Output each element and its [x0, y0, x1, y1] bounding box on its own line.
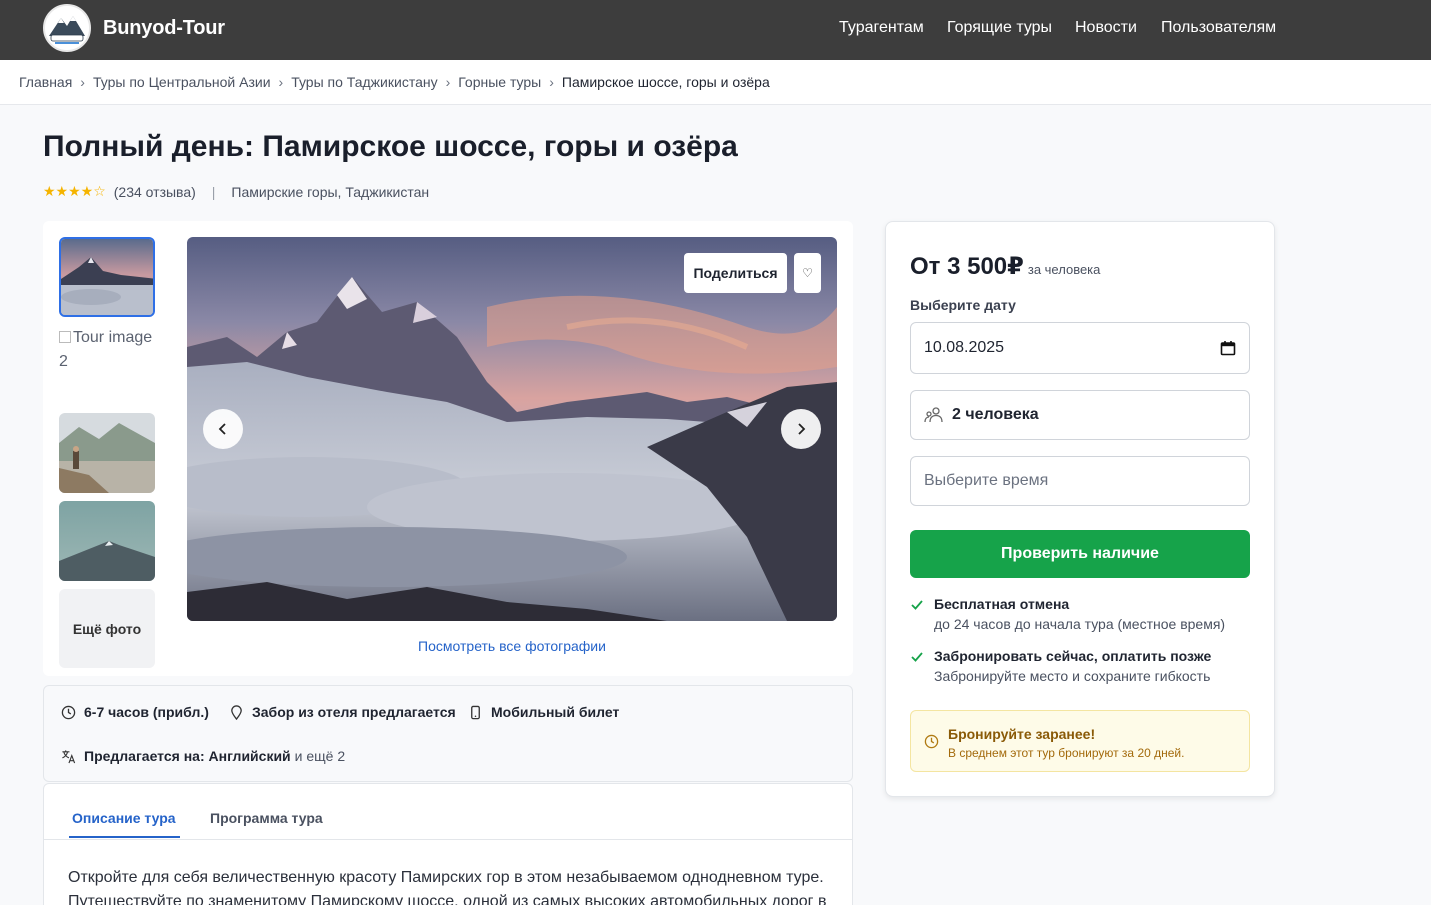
tour-tabs-card: Описание тура Программа тура Откройте дл… [43, 783, 853, 905]
tour-location: Памирские горы, Таджикистан [231, 183, 430, 200]
check-icon [911, 652, 923, 662]
people-value: 2 человека [952, 406, 1039, 423]
notice-title: Бронируйте заранее! [948, 726, 1096, 742]
feature-pickup: Забор из отеля предлагается [229, 704, 456, 720]
page-title: Полный день: Памирское шоссе, горы и озё… [43, 130, 738, 163]
breadcrumb-separator: › [549, 74, 554, 90]
thumbnail-3[interactable] [59, 413, 155, 493]
tabs-divider [44, 839, 852, 840]
price: От 3 500₽ за человека [910, 252, 1100, 281]
next-photo-arrow[interactable] [781, 409, 821, 449]
nav-users[interactable]: Пользователям [1161, 19, 1276, 37]
share-button[interactable]: Поделиться [684, 253, 787, 293]
time-placeholder: Выберите время [924, 472, 1049, 489]
breadcrumb-current: Памирское шоссе, горы и озёра [561, 74, 770, 90]
broken-image-alt-text: Tour image 2 [59, 329, 153, 370]
price-value: От 3 500₽ [910, 253, 1024, 280]
date-value: 10.08.2025 [924, 339, 1005, 356]
rating-row: ★★★★☆ (234 отзыва) | Памирские горы, Тад… [43, 183, 429, 200]
feature-language: Предлагается на: Английский и ещё 2 [61, 748, 345, 764]
check-availability-button[interactable]: Проверить наличие [910, 530, 1250, 578]
location-pin-icon [231, 704, 242, 720]
breadcrumb-bar: Главная › Туры по Центральной Азии › Туры по… [0, 60, 1431, 105]
people-selector[interactable]: 2 человека [910, 390, 1250, 440]
clock-icon [924, 734, 939, 749]
view-all-photos-link[interactable]: Посмотреть все фотографии [187, 638, 837, 654]
breadcrumb-separator: › [278, 74, 284, 90]
breadcrumb-tajikistan[interactable]: Туры по Таджикистану [291, 74, 437, 90]
favorite-heart-icon[interactable]: ♡ [794, 253, 821, 293]
feature-duration: 6-7 часов (прибл.) [61, 704, 209, 720]
clock-icon [61, 705, 76, 719]
prev-photo-arrow[interactable] [203, 409, 243, 449]
duration-text: 6-7 часов (прибл.) [84, 704, 209, 720]
thumbnail-4[interactable] [59, 501, 155, 581]
tour-description-text: Откройте для себя величественную красоту… [68, 869, 827, 905]
breadcrumb-home[interactable]: Главная [19, 74, 72, 90]
breadcrumb-separator: › [445, 74, 451, 90]
brand-name[interactable]: Bunyod-Tour [103, 17, 225, 40]
divider: | [211, 183, 216, 200]
calendar-icon [1220, 341, 1236, 356]
main-tour-photo[interactable] [187, 237, 837, 621]
review-count[interactable]: (234 отзыва) [114, 184, 196, 200]
book-early-notice: Бронируйте заранее! В среднем этот тур б… [910, 710, 1250, 772]
check-icon [911, 600, 923, 610]
date-label: Выберите дату [910, 297, 1016, 313]
date-input[interactable]: 10.08.2025 [910, 322, 1250, 374]
breadcrumb-central-asia[interactable]: Туры по Центральной Азии [93, 74, 271, 90]
mobile-phone-icon [471, 705, 480, 719]
top-header: Bunyod-Tour Турагентам Горящие туры Ново… [0, 0, 1431, 60]
people-icon [924, 407, 943, 423]
translate-icon [62, 749, 76, 763]
breadcrumb-mountain-tours[interactable]: Горные туры [458, 74, 541, 90]
notice-subtitle: В среднем этот тур бронируют за 20 дней. [948, 746, 1185, 760]
breadcrumb-separator: › [80, 74, 85, 90]
broken-image-tour-2[interactable]: Tour image 2 [59, 326, 159, 374]
ticket-text: Мобильный билет [491, 704, 620, 720]
benefit-subtitle: Забронируйте место и сохраните гибкость [934, 668, 1211, 684]
language-more-link[interactable]: и ещё 2 [295, 748, 345, 764]
broken-image-icon [59, 331, 71, 343]
nav-news[interactable]: Новости [1075, 19, 1137, 37]
benefit-title: Бесплатная отмена [934, 596, 1070, 612]
feature-ticket: Мобильный билет [468, 704, 619, 720]
more-photos-button[interactable]: Ещё фото [59, 589, 155, 668]
nav-hot-tours[interactable]: Горящие туры [947, 19, 1052, 37]
tab-description[interactable]: Описание тура [69, 810, 180, 838]
benefit-title: Забронировать сейчас, оплатить позже [934, 648, 1212, 664]
breadcrumb: Главная › Туры по Центральной Азии › Туры по… [19, 74, 770, 90]
time-select[interactable]: Выберите время [910, 456, 1250, 506]
pickup-text: Забор из отеля предлагается [252, 704, 456, 720]
star-rating-icon: ★★★★☆ [43, 183, 106, 199]
booking-panel: От 3 500₽ за человека Выберите дату 10.08… [885, 221, 1275, 797]
thumbnail-1[interactable] [59, 237, 155, 317]
price-per-person: за человека [1027, 262, 1101, 277]
tab-program[interactable]: Программа тура [210, 810, 323, 826]
benefit-subtitle: до 24 часов до начала тура (местное врем… [934, 616, 1226, 632]
logo[interactable] [43, 4, 91, 52]
nav-agents[interactable]: Турагентам [839, 19, 924, 37]
tour-features: 6-7 часов (прибл.) Забор из отеля предла… [43, 685, 853, 782]
language-text: Предлагается на: Английский [84, 748, 291, 764]
